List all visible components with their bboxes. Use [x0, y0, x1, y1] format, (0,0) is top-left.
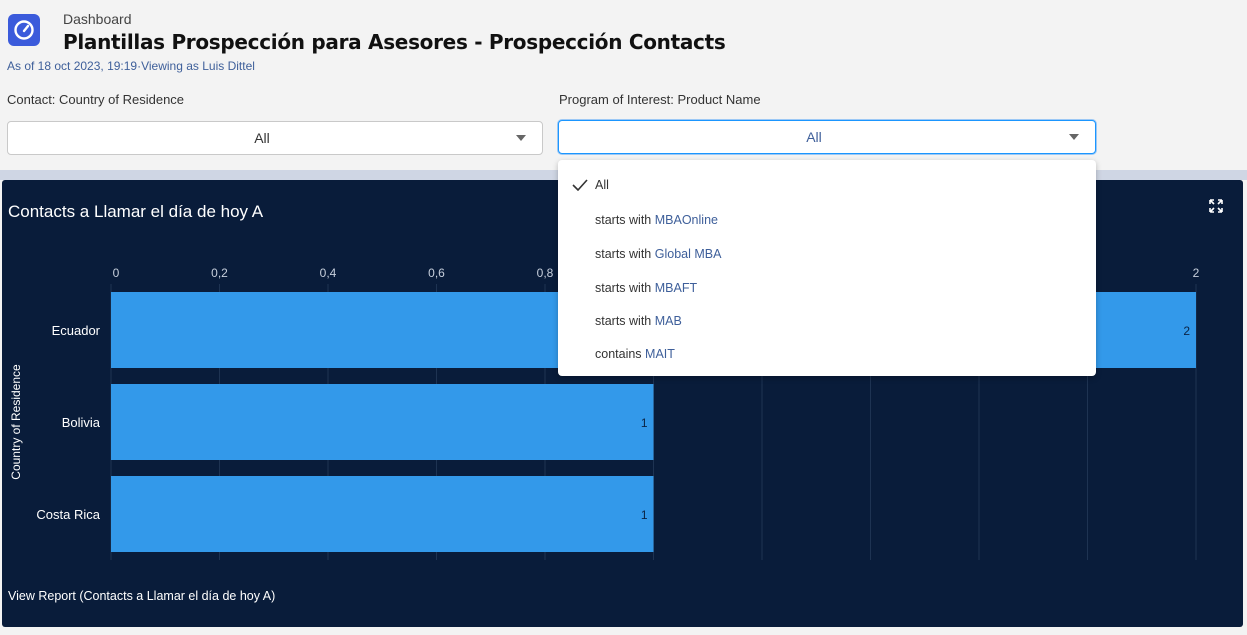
x-tick-label: 0,6	[428, 266, 445, 280]
y-category-label: Costa Rica	[36, 507, 100, 522]
check-icon	[572, 179, 588, 191]
as-of-timestamp: As of 18 oct 2023, 19:19·Viewing as Luis…	[7, 59, 255, 73]
x-tick-label: 2	[1193, 266, 1200, 280]
x-tick-label: 0,2	[211, 266, 228, 280]
filter-label-program: Program of Interest: Product Name	[559, 92, 761, 107]
dropdown-option[interactable]: starts with MBAOnline	[595, 213, 718, 227]
page-subtitle: Dashboard	[63, 11, 132, 27]
dropdown-option-all[interactable]: All	[595, 178, 609, 192]
y-category-label: Ecuador	[52, 323, 101, 338]
x-tick-label: 0,4	[320, 266, 337, 280]
dashboard-icon	[8, 14, 40, 46]
chevron-down-icon	[1069, 134, 1079, 140]
dropdown-option[interactable]: starts with MAB	[595, 314, 682, 328]
x-tick-label: 0	[113, 266, 120, 280]
y-axis-label: Country of Residence	[9, 364, 23, 480]
dashboard-header: Dashboard Plantillas Prospección para As…	[0, 0, 1247, 80]
chevron-down-icon	[516, 135, 526, 141]
dropdown-option[interactable]: contains MAIT	[595, 347, 675, 361]
country-filter-select[interactable]: All	[7, 121, 543, 155]
dropdown-option[interactable]: starts with MBAFT	[595, 281, 697, 295]
program-filter-dropdown: All starts with MBAOnline starts with Gl…	[558, 160, 1096, 376]
program-filter-value: All	[806, 129, 822, 145]
country-filter-value: All	[254, 130, 270, 146]
dropdown-option[interactable]: starts with Global MBA	[595, 247, 721, 261]
y-category-label: Bolivia	[62, 415, 101, 430]
program-filter-select[interactable]: All	[558, 120, 1096, 154]
data-label: 2	[1183, 324, 1190, 338]
data-label: 1	[641, 508, 648, 522]
x-tick-label: 0,8	[537, 266, 554, 280]
bar	[111, 384, 654, 460]
page-title: Plantillas Prospección para Asesores - P…	[63, 30, 726, 54]
filter-label-country: Contact: Country of Residence	[7, 92, 185, 107]
data-label: 1	[641, 416, 648, 430]
bar	[111, 476, 654, 552]
view-report-link[interactable]: View Report (Contacts a Llamar el día de…	[8, 589, 275, 603]
